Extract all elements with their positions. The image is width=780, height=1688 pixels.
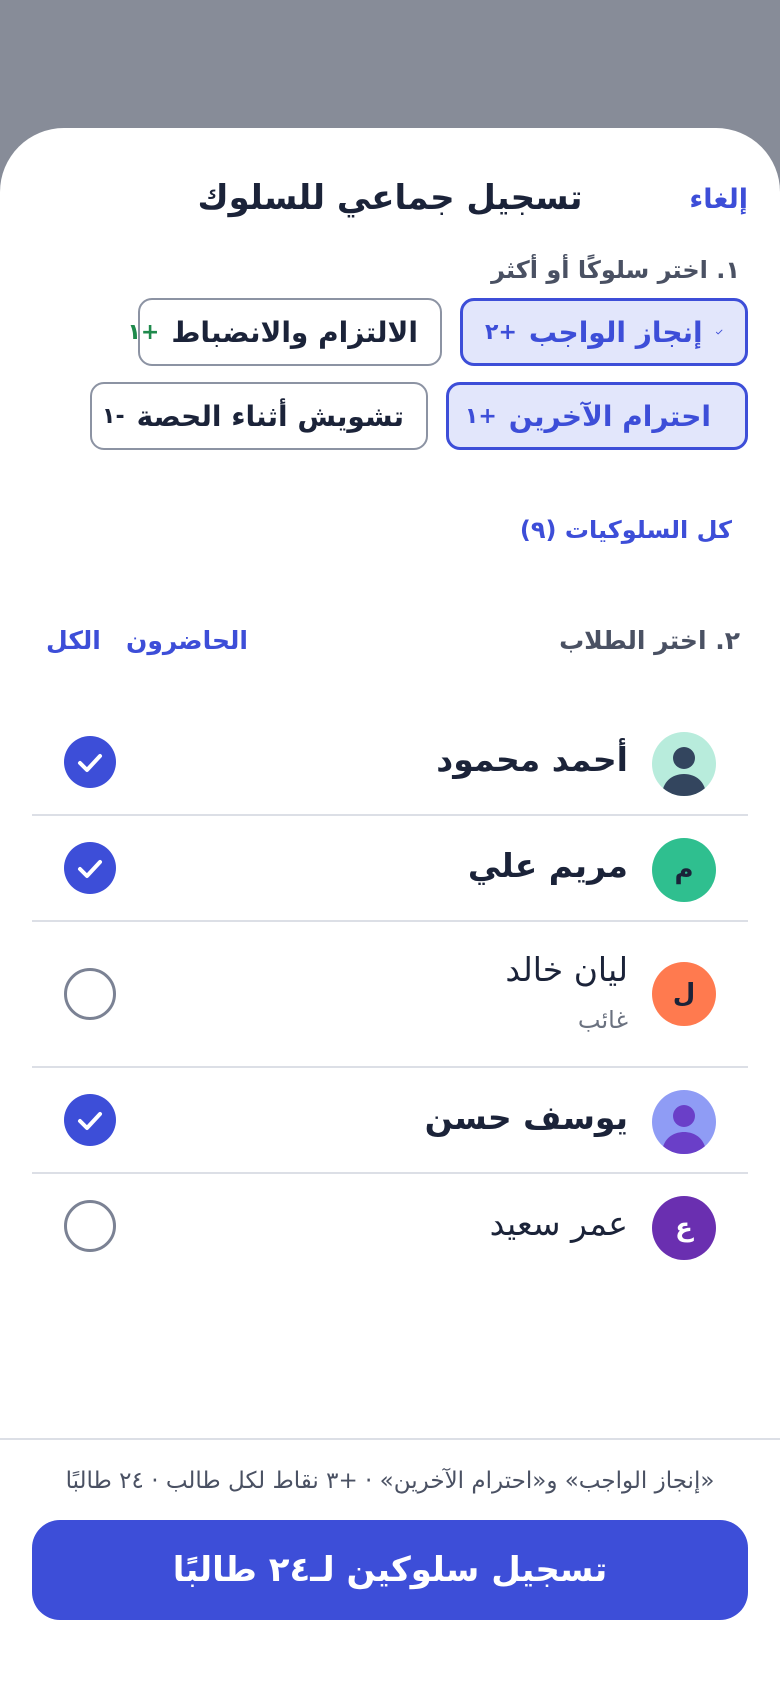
student-checkbox[interactable] [64, 842, 116, 894]
absent-label: غائب [577, 1006, 628, 1034]
chip-points: -١ [102, 403, 125, 429]
person-icon [662, 747, 706, 796]
student-row[interactable]: يوسف حسن [32, 1068, 748, 1174]
student-name: أحمد محمود [436, 740, 628, 779]
filter-present-link[interactable]: الحاضرون [126, 626, 248, 655]
filter-all-link[interactable]: الكل [46, 626, 101, 655]
student-name: يوسف حسن [424, 1098, 628, 1137]
person-icon [662, 1105, 706, 1154]
behavior-chip-discipline[interactable]: الالتزام والانضباط +١ [127, 298, 442, 366]
student-row[interactable]: م مريم علي [32, 816, 748, 922]
behavior-chip-respect[interactable]: احترام الآخرين +١ [446, 382, 748, 450]
behavior-chip-homework[interactable]: إنجاز الواجب +٢ [460, 298, 748, 366]
avatar: م [652, 838, 716, 902]
bulk-behavior-sheet: إلغاء تسجيل جماعي للسلوك ١. اختر سلوكًا … [0, 128, 780, 1688]
chip-points: +١ [464, 403, 497, 429]
student-name: ليان خالد [505, 950, 628, 989]
students-section-header: ٢. اختر الطلاب الحاضرون الكل [0, 626, 780, 666]
avatar: ع [652, 1196, 716, 1260]
students-section-label: ٢. اختر الطلاب [559, 626, 740, 655]
chip-label: احترام الآخرين [508, 399, 711, 433]
student-row[interactable]: أحمد محمود [32, 710, 748, 816]
student-row[interactable]: ع عمر سعيد [32, 1174, 748, 1280]
check-icon [715, 329, 723, 335]
all-behaviors-link[interactable]: كل السلوكيات (٩) [520, 516, 732, 544]
chip-label: تشويش أثناء الحصة [136, 399, 404, 433]
avatar [652, 732, 716, 796]
chip-points: +١ [127, 319, 160, 345]
chip-label: الالتزام والانضباط [171, 315, 418, 349]
behavior-chips-row-2: احترام الآخرين +١ تشويش أثناء الحصة -١ [90, 382, 748, 450]
student-checkbox[interactable] [64, 736, 116, 788]
check-icon [78, 860, 102, 878]
chip-label: إنجاز الواجب [528, 315, 703, 349]
sheet-header: إلغاء تسجيل جماعي للسلوك [0, 176, 780, 232]
student-checkbox[interactable] [64, 968, 116, 1020]
check-icon [78, 754, 102, 772]
footer-divider [0, 1438, 780, 1440]
student-checkbox[interactable] [64, 1094, 116, 1146]
behavior-chips-row-1: إنجاز الواجب +٢ الالتزام والانضباط +١ [127, 298, 748, 366]
submit-button[interactable]: تسجيل سلوكين لـ٢٤ طالبًا [32, 1520, 748, 1620]
student-row[interactable]: ل ليان خالد غائب [32, 922, 748, 1068]
student-name: عمر سعيد [489, 1204, 628, 1243]
chip-points: +٢ [485, 319, 517, 345]
check-icon [78, 1112, 102, 1130]
avatar [652, 1090, 716, 1154]
student-checkbox[interactable] [64, 1200, 116, 1252]
selection-summary: «إنجاز الواجب» و«احترام الآخرين» · +٣ نق… [65, 1468, 715, 1494]
student-name: مريم علي [467, 846, 628, 885]
page-title: تسجيل جماعي للسلوك [197, 178, 583, 218]
behaviors-section-label: ١. اختر سلوكًا أو أكثر [491, 256, 740, 284]
avatar: ل [652, 962, 716, 1026]
behavior-chip-disruption[interactable]: تشويش أثناء الحصة -١ [90, 382, 428, 450]
